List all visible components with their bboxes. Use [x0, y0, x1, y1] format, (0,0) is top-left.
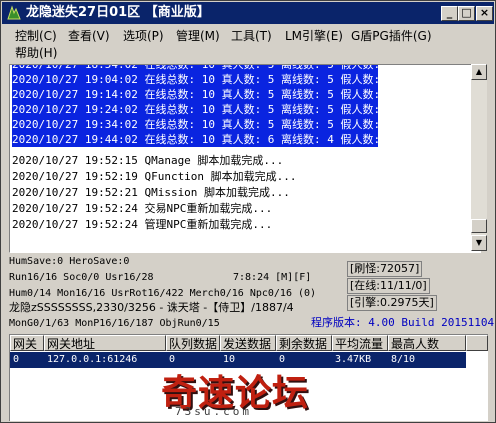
engine-uptime-box: [引擎:0.2975天] — [347, 295, 437, 311]
column-header[interactable]: 网关地址 — [44, 335, 166, 351]
hum-save-stat: HumSave:0 HeroSave:0 — [9, 256, 130, 267]
column-header[interactable]: 发送数据 — [220, 335, 276, 351]
column-header[interactable]: 平均流量 — [332, 335, 388, 351]
run-stat: Run16/16 Soc0/0 Usr16/28 — [9, 272, 154, 283]
watermark-subtext: 73su.com — [175, 405, 252, 418]
server-time: 7:8:24 [M][F] — [233, 272, 312, 283]
close-button[interactable]: × — [476, 6, 493, 21]
log-line: 2020/10/27 19:52:24 交易NPC重新加载完成... — [12, 202, 273, 215]
maximize-button[interactable]: □ — [458, 6, 475, 21]
scroll-thumb[interactable] — [471, 219, 487, 233]
column-header[interactable]: 最高人数 — [388, 335, 466, 351]
player-info: 龙隐zSSSSSSSS,2330/3256 - 诛天塔 -【侍卫】/1887/4 — [9, 301, 294, 314]
log-line: 2020/10/27 19:44:02 在线总数: 10 真人数: 6 离线数:… — [12, 132, 394, 147]
hum-stat: Hum0/14 Mon16/16 UsrRot16/422 Merch0/16 … — [9, 288, 317, 299]
menu-bar: 控制(C) 查看(V) 选项(P) 管理(M) 工具(T) LM引擎(E) G盾… — [3, 25, 493, 63]
menu-lm-engine[interactable]: LM引擎(E) — [285, 28, 343, 45]
log-line: 2020/10/27 19:24:02 在线总数: 10 真人数: 5 离线数:… — [12, 102, 394, 117]
log-line: 2020/10/27 19:52:19 QFunction 脚本加载完成... — [12, 170, 297, 183]
mon-stat: MonG0/1/63 MonP16/16/187 ObjRun0/15 — [9, 318, 220, 329]
log-line: 2020/10/27 19:04:02 在线总数: 10 真人数: 5 离线数:… — [12, 72, 394, 87]
column-header[interactable]: 网关 — [10, 335, 44, 351]
main-window: 龙隐迷失27日01区 【商业版】 _ □ × 控制(C) 查看(V) 选项(P)… — [0, 0, 496, 423]
scroll-down-icon[interactable]: ▼ — [471, 235, 487, 251]
log-line: 2020/10/27 19:52:21 QMission 脚本加载完成... — [12, 186, 290, 199]
column-header[interactable]: 剩余数据 — [276, 335, 332, 351]
watermark-logo: 奇速论坛 73su.com — [161, 364, 341, 420]
program-version: 程序版本: 4.00 Build 20151104 — [311, 316, 495, 329]
menu-view[interactable]: 查看(V) — [68, 28, 110, 45]
menu-tools[interactable]: 工具(T) — [231, 28, 272, 45]
table-cell: 0 — [13, 354, 20, 365]
menu-options[interactable]: 选项(P) — [123, 28, 164, 45]
online-count-box: [在线:11/11/0] — [347, 278, 430, 294]
app-icon — [7, 5, 21, 20]
log-line: 2020/10/27 19:52:24 管理NPC重新加载完成... — [12, 218, 273, 231]
log-panel[interactable]: 2020/10/27 18:54:02 在线总数: 10 真人数: 5 离线数:… — [9, 64, 481, 253]
minimize-button[interactable]: _ — [441, 6, 458, 21]
scroll-up-icon[interactable]: ▲ — [471, 64, 487, 80]
refresh-monster-box: [刷怪:72057] — [347, 261, 423, 277]
menu-gdun-plugin[interactable]: G盾PG插件(G) — [351, 28, 432, 45]
menu-control[interactable]: 控制(C) — [15, 28, 57, 45]
log-line: 2020/10/27 19:14:02 在线总数: 10 真人数: 5 离线数:… — [12, 87, 394, 102]
log-line: 2020/10/27 19:52:15 QManage 脚本加载完成... — [12, 154, 284, 167]
table-cell: 8/10 — [391, 354, 416, 365]
table-cell: 127.0.0.1:61246 — [47, 354, 138, 365]
log-line: 2020/10/27 19:34:02 在线总数: 10 真人数: 5 离线数:… — [12, 117, 394, 132]
log-line-partial: 2020/10/27 18:54:02 在线总数: 10 真人数: 5 离线数:… — [12, 65, 393, 72]
window-title: 龙隐迷失27日01区 【商业版】 — [26, 5, 210, 20]
column-header[interactable]: 队列数据 — [166, 335, 220, 351]
column-header-filler — [466, 335, 488, 351]
log-scrollbar[interactable]: ▲ ▼ — [471, 64, 487, 251]
title-bar[interactable]: 龙隐迷失27日01区 【商业版】 _ □ × — [2, 2, 494, 24]
menu-manage[interactable]: 管理(M) — [176, 28, 220, 45]
menu-help[interactable]: 帮助(H) — [15, 45, 57, 62]
